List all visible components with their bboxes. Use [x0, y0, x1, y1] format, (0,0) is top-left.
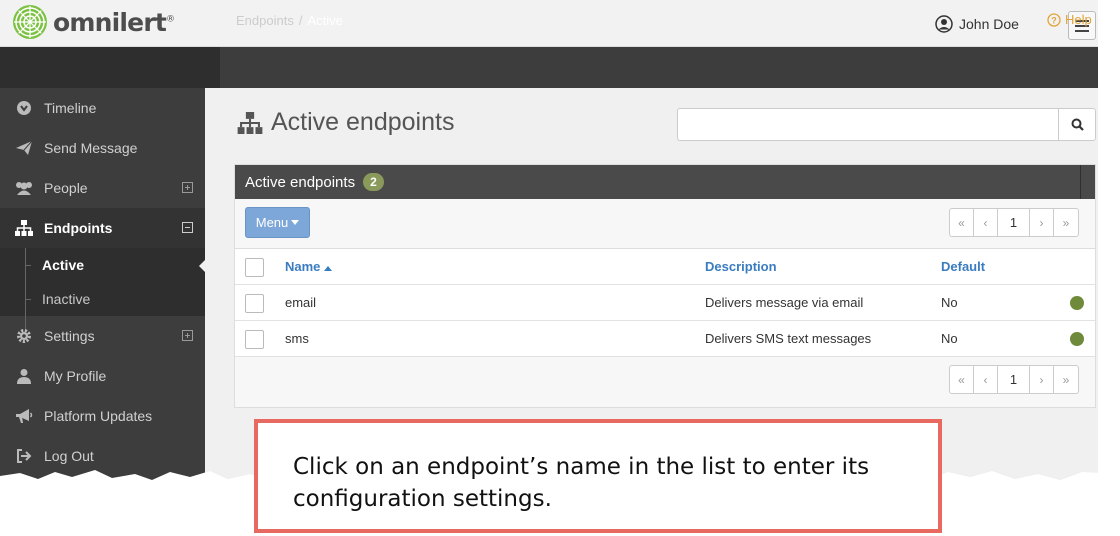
- registered-mark: ®: [166, 14, 175, 25]
- sidebar-item-settings[interactable]: Settings: [0, 316, 205, 356]
- expand-plus-icon[interactable]: [182, 182, 193, 193]
- endpoint-description: Delivers SMS text messages: [705, 331, 872, 346]
- sidebar-item-timeline[interactable]: Timeline: [0, 88, 205, 128]
- prev-page-button[interactable]: ‹: [974, 209, 998, 236]
- gear-icon: [14, 328, 34, 344]
- sidebar-subitem-inactive[interactable]: Inactive: [0, 282, 205, 316]
- sidebar: Timeline Send Message People Endpoints A…: [0, 88, 206, 508]
- status-dot: [1070, 332, 1084, 346]
- column-header-name[interactable]: Name: [285, 259, 333, 274]
- breadcrumb-current: Active: [307, 13, 343, 28]
- column-header-default[interactable]: Default: [941, 259, 985, 274]
- page-title: Active endpoints: [237, 108, 454, 137]
- endpoint-default: No: [941, 331, 958, 346]
- panel-footer: « ‹ 1 › »: [235, 357, 1095, 407]
- search-box: [677, 108, 1096, 141]
- user-menu[interactable]: John Doe: [935, 15, 1019, 33]
- page-number[interactable]: 1: [998, 366, 1030, 393]
- breadcrumb: Endpoints / Active: [236, 13, 343, 28]
- sidebar-subitem-label: Inactive: [42, 291, 91, 307]
- help-label: Help: [1065, 12, 1092, 27]
- page-title-text: Active endpoints: [271, 108, 455, 136]
- help-link[interactable]: ? Help: [1047, 12, 1092, 27]
- first-page-button[interactable]: «: [950, 366, 974, 393]
- first-page-button[interactable]: «: [950, 209, 974, 236]
- sidebar-item-label: Timeline: [44, 100, 97, 116]
- brand-name: omnilert®: [53, 7, 175, 37]
- page-number[interactable]: 1: [998, 209, 1030, 236]
- sidebar-item-my-profile[interactable]: My Profile: [0, 356, 205, 396]
- search-icon: [1071, 118, 1084, 131]
- endpoint-description: Delivers message via email: [705, 295, 864, 310]
- callout-text: Click on an endpoint’s name in the list …: [293, 454, 870, 512]
- sidebar-item-label: Settings: [44, 328, 95, 344]
- instruction-callout: Click on an endpoint’s name in the list …: [254, 419, 942, 533]
- panel-header-divider: [1080, 165, 1081, 199]
- sidebar-subitem-label: Active: [42, 257, 85, 273]
- column-header-description[interactable]: Description: [705, 259, 777, 274]
- endpoint-name-link[interactable]: sms: [285, 331, 309, 346]
- search-input[interactable]: [677, 108, 1058, 141]
- search-button[interactable]: [1058, 108, 1096, 141]
- last-page-button[interactable]: »: [1054, 366, 1078, 393]
- subnav-tick: [25, 265, 31, 266]
- megaphone-icon: [14, 408, 34, 424]
- menu-button[interactable]: Menu: [245, 207, 310, 238]
- paper-plane-icon: [14, 140, 34, 156]
- pagination-top: « ‹ 1 › »: [949, 208, 1079, 237]
- endpoint-name-link[interactable]: email: [285, 295, 316, 310]
- status-dot: [1070, 296, 1084, 310]
- panel-header: Active endpoints 2: [235, 165, 1095, 199]
- subnav-tick: [25, 299, 31, 300]
- table-row[interactable]: email Delivers message via email No: [235, 285, 1095, 321]
- sidebar-item-label: People: [44, 180, 88, 196]
- user-circle-icon: [935, 15, 953, 33]
- breadcrumb-separator: /: [298, 13, 303, 28]
- omnilert-logo[interactable]: omnilert®: [12, 4, 175, 40]
- user-name: John Doe: [959, 16, 1019, 32]
- people-icon: [14, 180, 34, 196]
- menu-button-label: Menu: [255, 215, 289, 230]
- sitemap-icon: [237, 111, 263, 134]
- breadcrumb-bar: [0, 47, 1098, 88]
- sort-ascending-icon: [324, 266, 333, 271]
- top-bar: omnilert® John Doe: [0, 0, 1098, 47]
- timeline-icon: [14, 100, 34, 116]
- panel-toolbar: Menu « ‹ 1 › »: [235, 199, 1095, 249]
- sidebar-subitem-active[interactable]: Active: [0, 248, 206, 282]
- sidebar-item-label: Endpoints: [44, 220, 113, 236]
- expand-plus-icon[interactable]: [182, 330, 193, 341]
- sidebar-item-platform-updates[interactable]: Platform Updates: [0, 396, 205, 436]
- sidebar-item-people[interactable]: People: [0, 168, 205, 208]
- count-badge: 2: [363, 173, 384, 191]
- row-checkbox[interactable]: [245, 294, 264, 313]
- breadcrumb-parent-link[interactable]: Endpoints: [236, 13, 294, 28]
- endpoint-default: No: [941, 295, 958, 310]
- endpoints-panel: Active endpoints 2 Menu « ‹ 1 › » Name D…: [234, 164, 1096, 408]
- omnilert-logo-mark-icon: [13, 5, 47, 39]
- next-page-button[interactable]: ›: [1030, 366, 1054, 393]
- caret-down-icon: [291, 220, 300, 225]
- sidebar-item-label: Send Message: [44, 140, 138, 156]
- last-page-button[interactable]: »: [1054, 209, 1078, 236]
- sidebar-header: [0, 47, 220, 88]
- question-circle-icon: ?: [1047, 12, 1061, 27]
- sidebar-item-endpoints[interactable]: Endpoints: [0, 208, 205, 248]
- sitemap-icon: [14, 220, 34, 236]
- sidebar-item-label: My Profile: [44, 368, 107, 384]
- endpoints-subnav: Active Inactive: [0, 248, 206, 330]
- collapse-minus-icon[interactable]: [182, 222, 193, 233]
- panel-title: Active endpoints: [245, 173, 356, 191]
- table-header: Name Description Default: [235, 249, 1095, 285]
- select-all-checkbox[interactable]: [245, 258, 264, 277]
- user-icon: [14, 368, 34, 384]
- sidebar-item-send-message[interactable]: Send Message: [0, 128, 205, 168]
- next-page-button[interactable]: ›: [1030, 209, 1054, 236]
- prev-page-button[interactable]: ‹: [974, 366, 998, 393]
- row-checkbox[interactable]: [245, 330, 264, 349]
- pagination-bottom: « ‹ 1 › »: [949, 365, 1079, 394]
- sidebar-item-label: Platform Updates: [44, 408, 153, 424]
- table-row[interactable]: sms Delivers SMS text messages No: [235, 321, 1095, 357]
- svg-text:?: ?: [1051, 15, 1057, 25]
